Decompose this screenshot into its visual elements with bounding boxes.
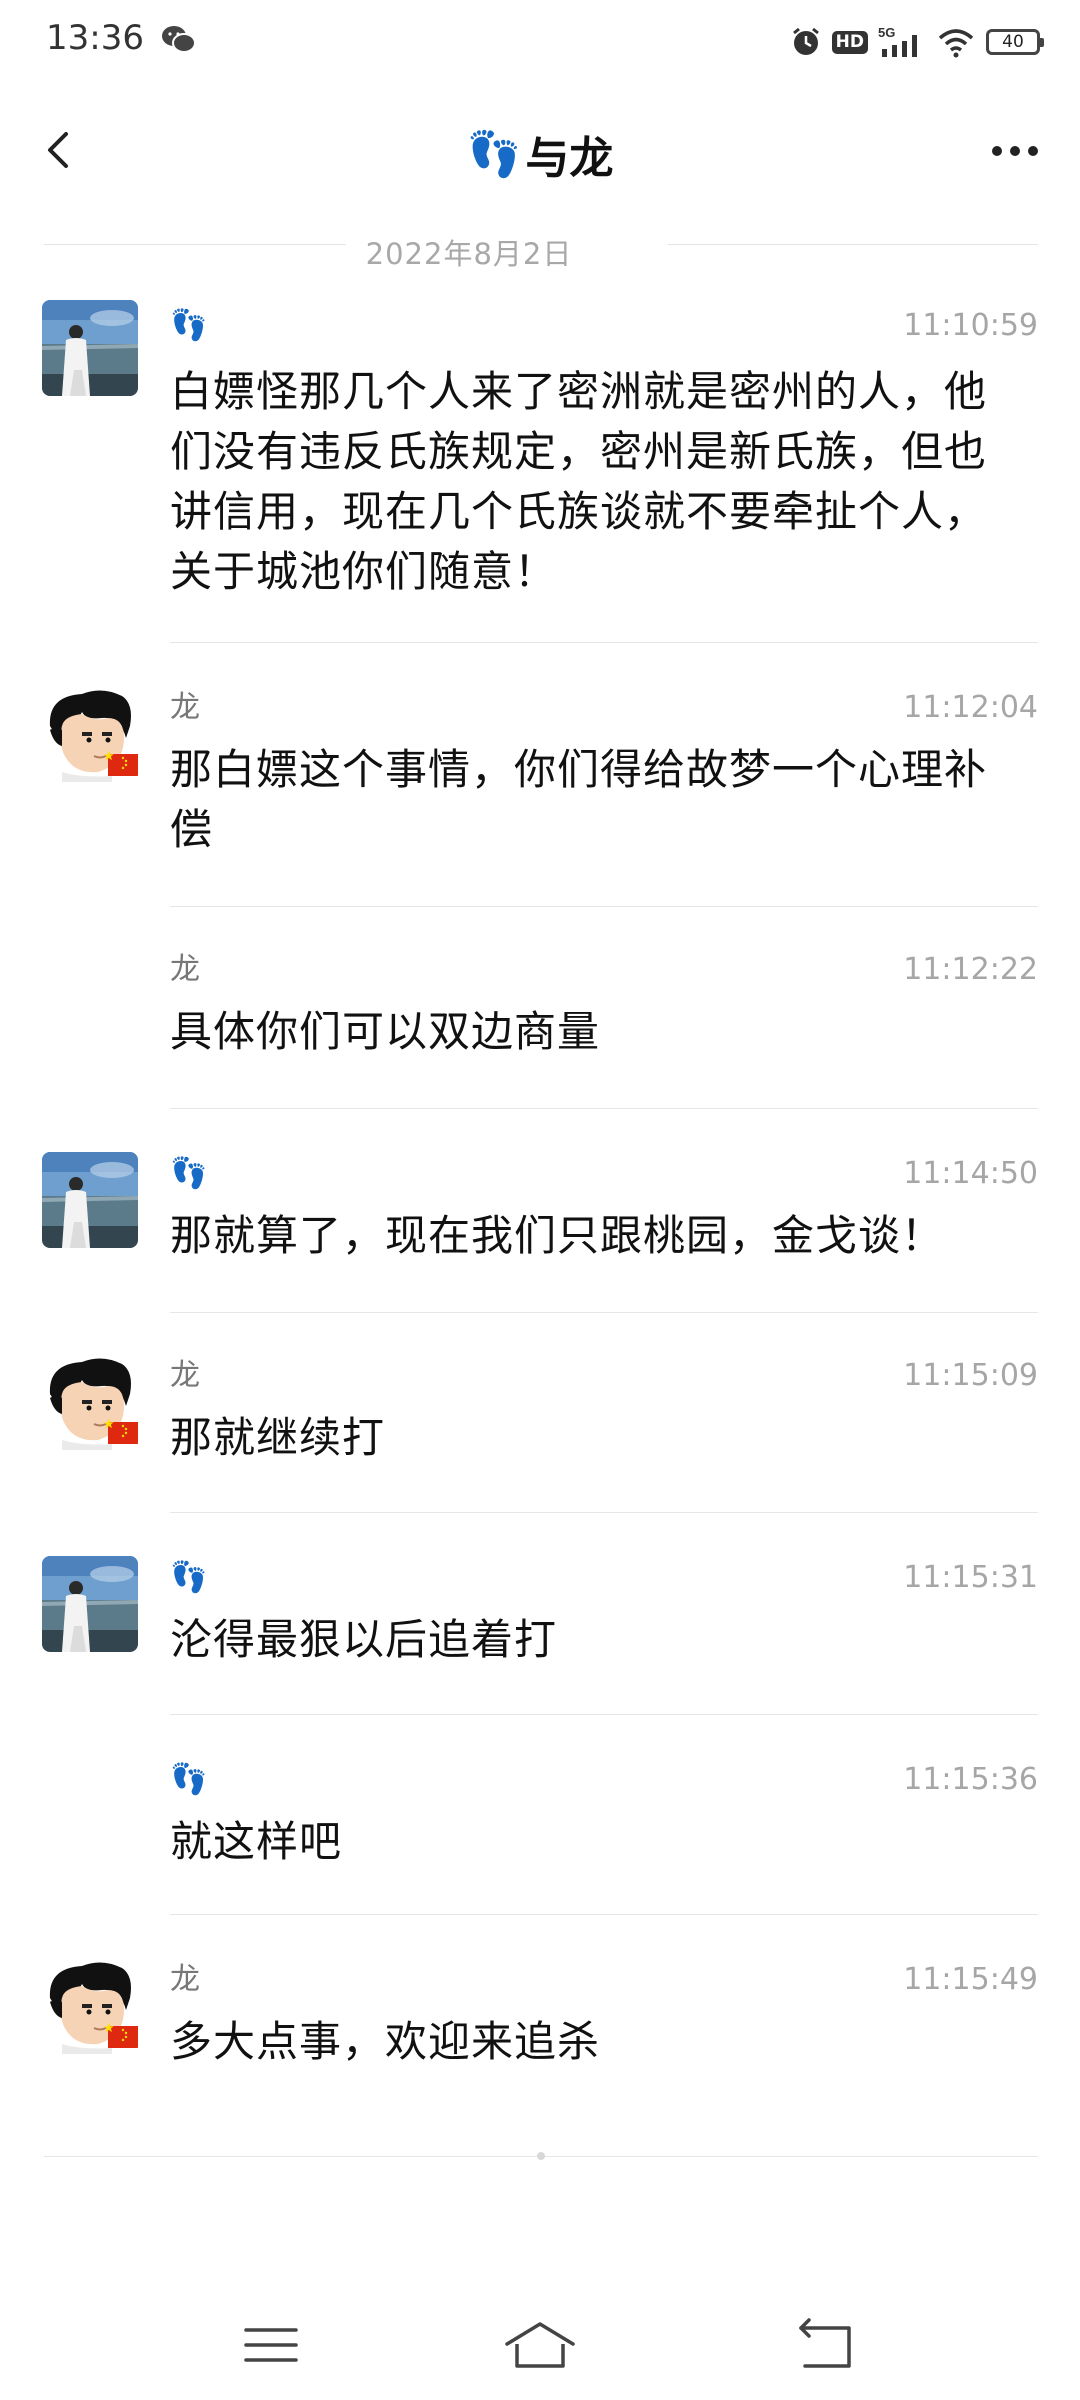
message-row[interactable]: 龙 11:15:09 那就继续打 <box>0 1354 1080 1514</box>
message-divider <box>170 1714 1038 1715</box>
status-bar: 13:36 HD 5G 40 <box>0 0 1080 84</box>
sender-name: 龙 <box>170 690 200 725</box>
sea-avatar[interactable] <box>42 1152 138 1248</box>
message-time: 11:15:49 <box>903 1962 1038 1997</box>
sender-name: 👣 <box>170 308 208 343</box>
chat-header: 👣 与龙 <box>0 100 1080 200</box>
sender-name: 👣 <box>170 1156 208 1191</box>
alarm-icon <box>792 27 819 55</box>
message-text: 白嫖怪那几个人来了密洲就是密州的人，他们没有违反氏族规定，密州是新氏族，但也讲信… <box>170 367 988 596</box>
network-type: 5G <box>878 25 895 40</box>
page-title: 👣 与龙 <box>0 122 1080 186</box>
message-text: 那就继续打 <box>170 1413 386 1462</box>
message-divider <box>170 1914 1038 1915</box>
sender-name: 👣 <box>170 1560 208 1595</box>
wechat-icon <box>162 26 196 53</box>
date-label: 2022年8月2日 <box>345 237 593 271</box>
message-time: 11:15:31 <box>903 1560 1038 1595</box>
sender-name: 👣 <box>170 1762 208 1797</box>
message-time: 11:12:04 <box>903 690 1038 725</box>
message-text: 具体你们可以双边商量 <box>170 1007 601 1056</box>
signal-icon: 5G <box>878 25 917 57</box>
home-icon[interactable] <box>495 2310 585 2380</box>
message-text: 多大点事，欢迎来追杀 <box>170 2017 601 2066</box>
date-divider: 2022年8月2日 <box>44 222 1038 271</box>
wifi-icon <box>938 29 974 58</box>
message-time: 11:12:22 <box>903 952 1038 987</box>
message-time: 11:15:09 <box>903 1358 1038 1393</box>
sea-avatar[interactable] <box>42 1556 138 1652</box>
message-divider <box>170 906 1038 907</box>
message-divider <box>170 1108 1038 1109</box>
back-icon[interactable] <box>781 2310 871 2380</box>
message-row[interactable]: 👣 11:14:50 那就算了，现在我们只跟桃园，金戈谈！ <box>0 1152 1080 1313</box>
status-time: 13:36 <box>46 18 144 58</box>
cartoon-boy-avatar[interactable] <box>42 1958 138 2054</box>
message-time: 11:15:36 <box>903 1762 1038 1797</box>
sender-name: 龙 <box>170 952 200 987</box>
message-divider <box>170 642 1038 643</box>
message-row[interactable]: 👣 11:10:59 白嫖怪那几个人来了密洲就是密州的人，他们没有违反氏族规定，… <box>0 300 1080 643</box>
message-row[interactable]: 👣 11:15:36 就这样吧 <box>0 1758 1080 1918</box>
message-time: 11:14:50 <box>903 1156 1038 1191</box>
menu-icon[interactable] <box>226 2310 316 2380</box>
title-footprints: 👣 <box>466 129 522 180</box>
battery-icon: 40 <box>986 29 1044 55</box>
system-nav-bar <box>0 2290 1080 2400</box>
message-row[interactable]: 龙 11:12:04 那白嫖这个事情，你们得给故梦一个心理补偿 <box>0 686 1080 907</box>
message-time: 11:10:59 <box>903 308 1038 343</box>
cartoon-boy-avatar[interactable] <box>42 1354 138 1450</box>
sea-avatar[interactable] <box>42 300 138 396</box>
message-text: 那白嫖这个事情，你们得给故梦一个心理补偿 <box>170 745 988 854</box>
message-text: 沦得最狠以后追着打 <box>170 1615 558 1664</box>
hd-icon: HD <box>831 30 868 54</box>
message-row[interactable]: 龙 11:12:22 具体你们可以双边商量 <box>0 950 1080 1110</box>
message-row[interactable]: 龙 11:15:49 多大点事，欢迎来追杀 <box>0 1958 1080 2118</box>
message-divider <box>170 1312 1038 1313</box>
sender-name: 龙 <box>170 1358 200 1393</box>
message-divider <box>170 1512 1038 1513</box>
message-text: 那就算了，现在我们只跟桃园，金戈谈！ <box>170 1211 945 1260</box>
message-row[interactable]: 👣 11:15:31 沦得最狠以后追着打 <box>0 1556 1080 1716</box>
cartoon-boy-avatar[interactable] <box>42 686 138 782</box>
message-text: 就这样吧 <box>170 1817 343 1866</box>
page-indicator-dot <box>537 2152 545 2160</box>
more-options-button[interactable] <box>980 126 1050 176</box>
sender-name: 龙 <box>170 1962 200 1997</box>
title-text: 与龙 <box>525 133 614 184</box>
